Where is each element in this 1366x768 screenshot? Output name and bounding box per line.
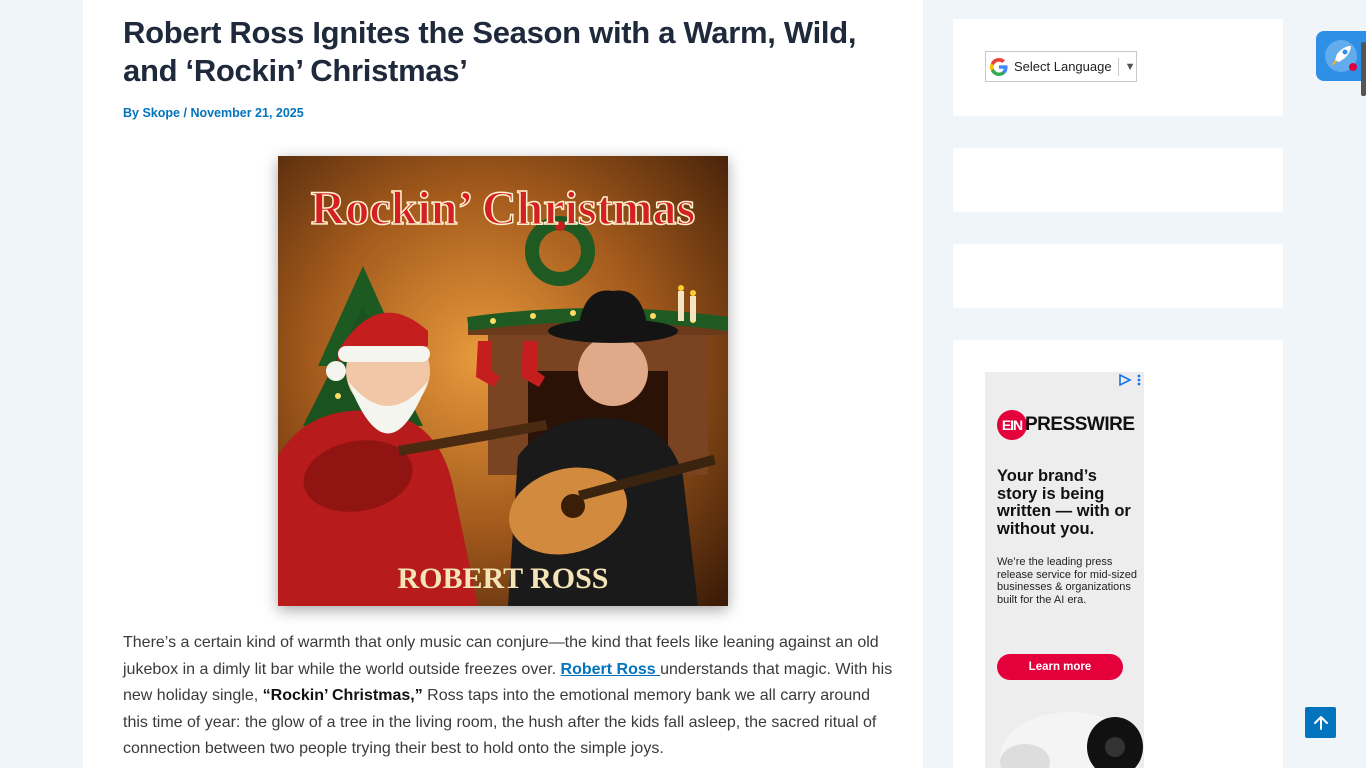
chevron-down-icon: ▼	[1124, 60, 1136, 73]
google-g-icon	[990, 57, 1008, 76]
language-select-label: Select Language	[1014, 59, 1112, 74]
presswire-ad[interactable]: EIN PRESSWIRE Your brand’s story is bein…	[985, 372, 1144, 768]
more-vert-icon[interactable]	[1136, 374, 1142, 386]
robot-image	[1000, 712, 1143, 768]
presswire-wordmark: PRESSWIRE	[1025, 414, 1135, 435]
presswire-logo: EIN PRESSWIRE	[997, 410, 1135, 440]
language-select[interactable]: Select Language ▼	[985, 51, 1137, 82]
ad-headline: Your brand’s story is being written — wi…	[997, 467, 1131, 538]
sidebar-widget-empty-2	[953, 244, 1283, 308]
cover-title: Rockin’ Christmas	[311, 182, 695, 235]
cover-artist: ROBERT ROSS	[398, 562, 609, 595]
sidebar-widget-empty-1	[953, 148, 1283, 212]
article-title: Robert Ross Ignites the Season with a Wa…	[123, 15, 857, 88]
ad-widget: EIN PRESSWIRE Your brand’s story is bein…	[953, 340, 1283, 768]
rocket-icon	[1325, 40, 1357, 72]
select-divider	[1117, 57, 1119, 76]
author-link[interactable]: Skope	[142, 106, 180, 120]
single-title: “Rockin’ Christmas,”	[262, 687, 423, 704]
arrow-up-icon	[1313, 715, 1328, 730]
album-cover-image: Rockin’ Christmas ROBERT ROSS	[278, 156, 728, 606]
rocket-button[interactable]	[1316, 31, 1366, 81]
adchoices-icon[interactable]	[1118, 374, 1132, 386]
article-meta: By Skope / November 21, 2025	[123, 106, 304, 120]
article-container: Robert Ross Ignites the Season with a Wa…	[83, 0, 923, 768]
ein-logo-mark: EIN	[997, 410, 1027, 440]
robert-ross-link[interactable]: Robert Ross	[561, 661, 661, 678]
ad-controls	[1118, 374, 1142, 386]
scroll-to-top-button[interactable]	[1305, 707, 1336, 738]
publish-date: November 21, 2025	[190, 106, 304, 120]
scrollbar-thumb[interactable]	[1361, 42, 1366, 96]
meta-separator: /	[183, 106, 187, 120]
language-widget: Select Language ▼	[953, 19, 1283, 116]
learn-more-button[interactable]: Learn more	[997, 654, 1123, 680]
meta-by-label: By	[123, 106, 139, 120]
article-paragraph: There’s a certain kind of warmth that on…	[123, 630, 893, 763]
ad-subtext: We’re the leading press release service …	[997, 556, 1137, 606]
